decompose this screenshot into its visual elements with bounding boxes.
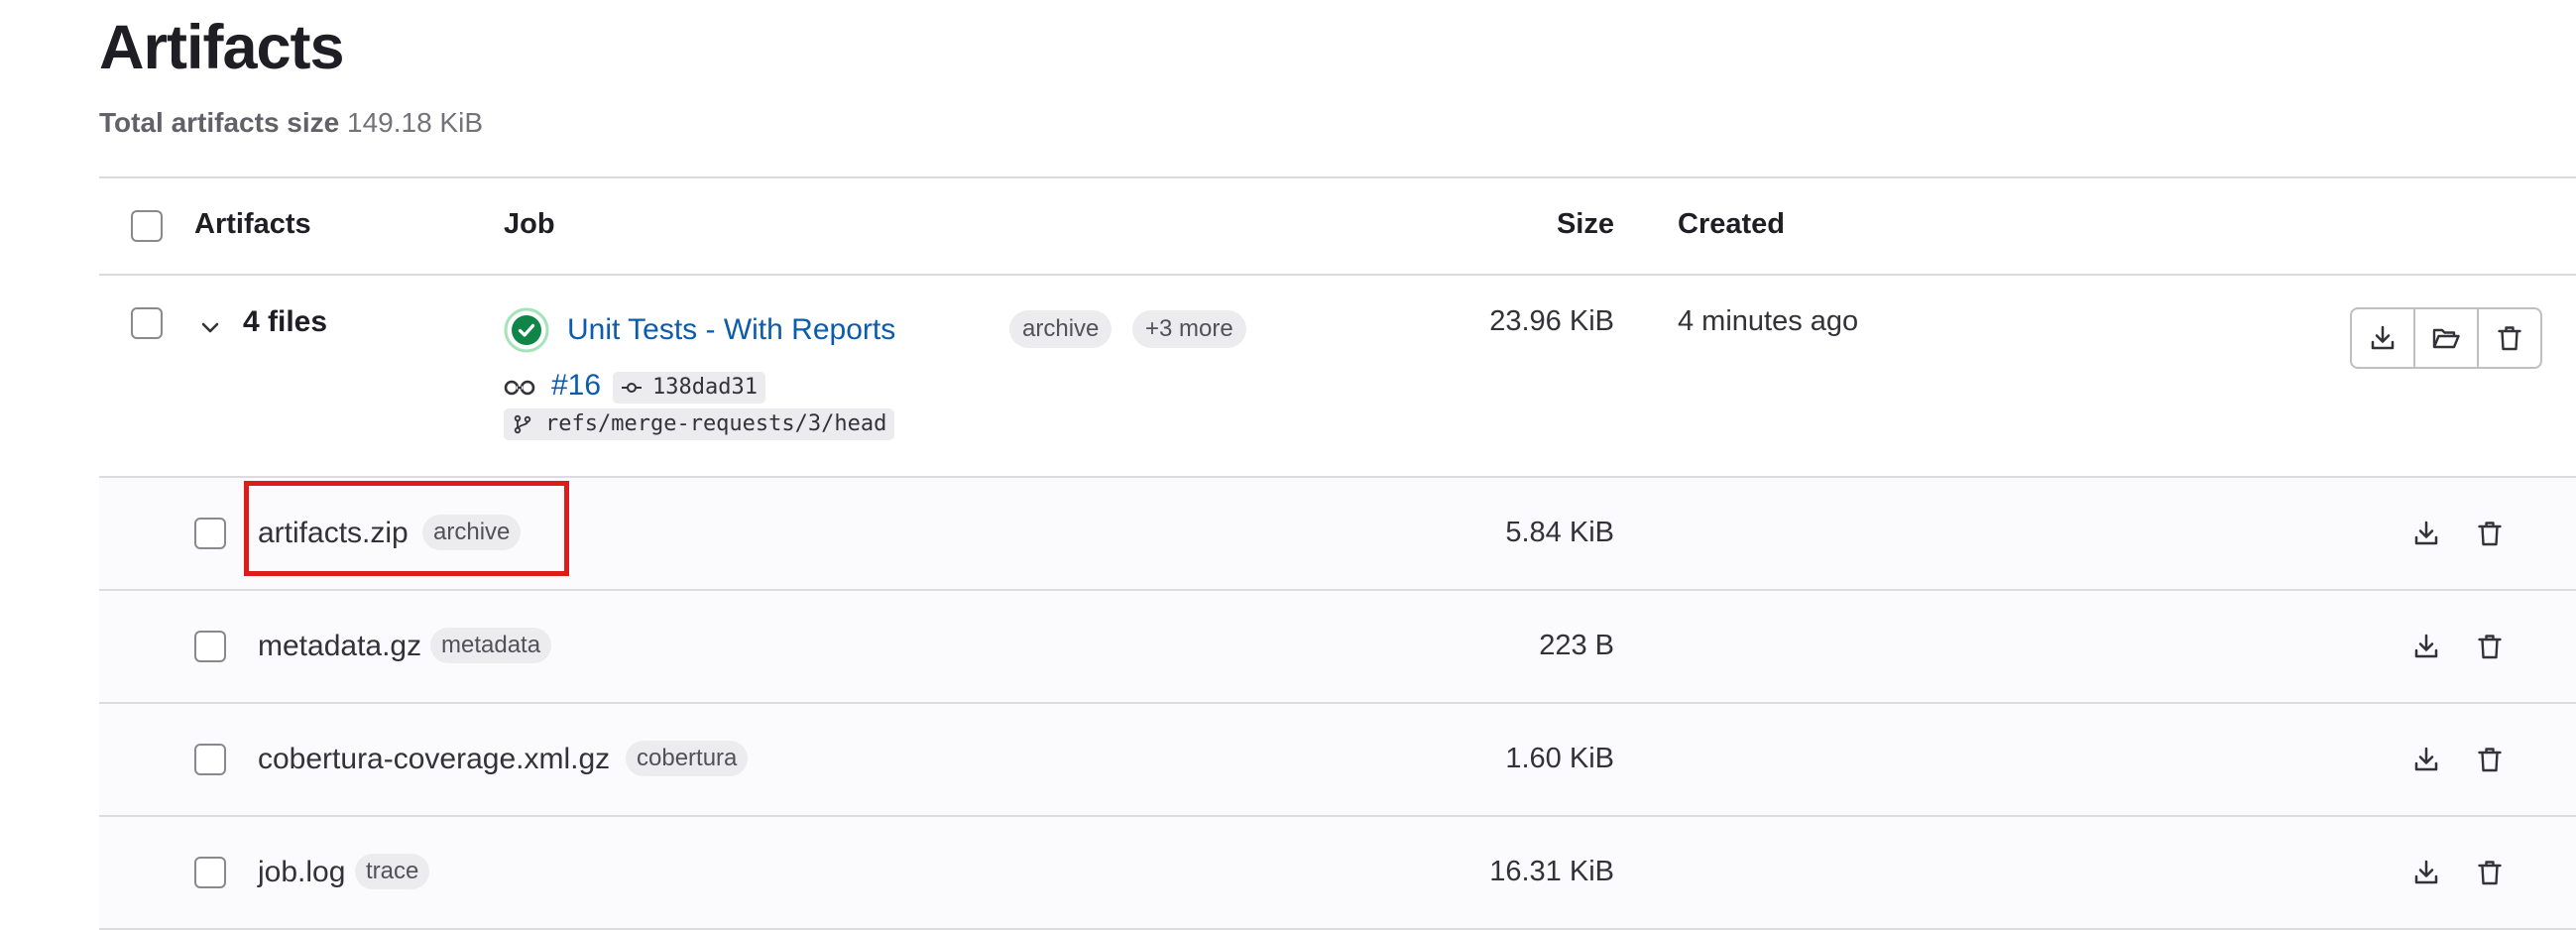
- download-icon: [2414, 634, 2438, 658]
- artifacts-page: Artifacts Total artifacts size 149.18 Ki…: [0, 0, 2576, 930]
- file-name: artifacts.zip: [258, 517, 409, 549]
- header-job: Job: [504, 208, 555, 240]
- download-icon: [2371, 325, 2395, 350]
- download-button[interactable]: [2409, 517, 2443, 550]
- delete-button[interactable]: [2473, 630, 2507, 663]
- select-all-checkbox[interactable]: [131, 210, 163, 242]
- commit-sha-text: 138dad31: [652, 375, 758, 400]
- header-size: Size: [1556, 208, 1614, 240]
- job-name-link[interactable]: Unit Tests - With Reports: [567, 313, 895, 347]
- delete-button[interactable]: [2473, 856, 2507, 889]
- commit-sha[interactable]: 138dad31: [613, 372, 765, 404]
- list-item: artifacts.zip archive 5.84 KiB: [99, 478, 2576, 591]
- folder-open-icon: [2432, 328, 2460, 349]
- job-actions: [2350, 307, 2542, 369]
- trash-icon: [2478, 748, 2502, 772]
- header-created: Created: [1678, 208, 1785, 240]
- trash-icon: [2478, 861, 2502, 885]
- file-name: cobertura-coverage.xml.gz: [258, 743, 611, 775]
- total-size-label: Total artifacts size: [99, 107, 340, 138]
- pipeline-link[interactable]: #16: [551, 369, 601, 403]
- created-time: 4 minutes ago: [1678, 305, 1859, 337]
- download-all-button[interactable]: [2352, 309, 2413, 367]
- file-checkbox[interactable]: [194, 518, 226, 549]
- ref-name-text: refs/merge-requests/3/head: [545, 411, 887, 436]
- job-artifacts-row: 4 files Unit Tests - With Reports archiv…: [99, 276, 2576, 478]
- list-item: job.log trace 16.31 KiB: [99, 817, 2576, 930]
- list-item: cobertura-coverage.xml.gz cobertura 1.60…: [99, 704, 2576, 817]
- header-artifacts: Artifacts: [194, 208, 311, 240]
- file-size: 16.31 KiB: [1489, 856, 1614, 887]
- file-name: job.log: [258, 856, 346, 888]
- job-archive-badge: archive: [1009, 310, 1112, 348]
- artifacts-table: Artifacts Job Size Created 4 files Unit …: [99, 176, 2576, 930]
- download-button[interactable]: [2409, 630, 2443, 663]
- file-name: metadata.gz: [258, 630, 422, 662]
- file-type-badge: cobertura: [626, 741, 749, 776]
- download-icon: [2414, 860, 2438, 884]
- file-size: 5.84 KiB: [1505, 517, 1614, 548]
- pipeline-icon: [504, 380, 535, 396]
- file-type-badge: trace: [355, 854, 430, 889]
- files-count[interactable]: 4 files: [243, 305, 327, 339]
- download-button[interactable]: [2409, 856, 2443, 889]
- file-type-badge: archive: [422, 515, 522, 550]
- total-artifacts-size: Total artifacts size 149.18 KiB: [99, 107, 483, 139]
- total-size-value: 149.18 KiB: [347, 107, 484, 138]
- list-item: metadata.gz metadata 223 B: [99, 591, 2576, 704]
- table-header: Artifacts Job Size Created: [99, 178, 2576, 276]
- download-icon: [2414, 747, 2438, 771]
- more-badge[interactable]: +3 more: [1132, 310, 1246, 348]
- page-title: Artifacts: [99, 13, 345, 82]
- delete-button[interactable]: [2473, 743, 2507, 776]
- trash-icon: [2478, 522, 2502, 546]
- branch-icon: [514, 414, 531, 434]
- ref-name[interactable]: refs/merge-requests/3/head: [504, 408, 895, 440]
- download-button[interactable]: [2409, 743, 2443, 776]
- file-checkbox[interactable]: [194, 744, 226, 775]
- download-icon: [2414, 521, 2438, 545]
- job-row-checkbox[interactable]: [131, 307, 163, 339]
- status-success-icon[interactable]: [504, 307, 549, 353]
- file-checkbox[interactable]: [194, 631, 226, 662]
- job-artifacts-size: 23.96 KiB: [1489, 305, 1614, 337]
- browse-button[interactable]: [2413, 309, 2477, 367]
- trash-icon: [2498, 326, 2521, 351]
- delete-button[interactable]: [2473, 517, 2507, 550]
- commit-icon: [622, 383, 642, 393]
- file-type-badge: metadata: [430, 628, 552, 663]
- file-size: 1.60 KiB: [1505, 743, 1614, 774]
- file-size: 223 B: [1539, 630, 1614, 661]
- chevron-down-icon[interactable]: [198, 315, 222, 339]
- file-checkbox[interactable]: [194, 857, 226, 888]
- delete-all-button[interactable]: [2477, 309, 2540, 367]
- trash-icon: [2478, 635, 2502, 659]
